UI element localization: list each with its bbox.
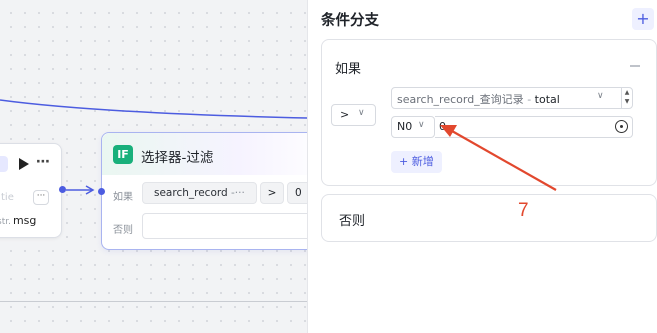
annotation-arrow [440, 125, 557, 191]
annotation-number: 7 [518, 200, 529, 221]
